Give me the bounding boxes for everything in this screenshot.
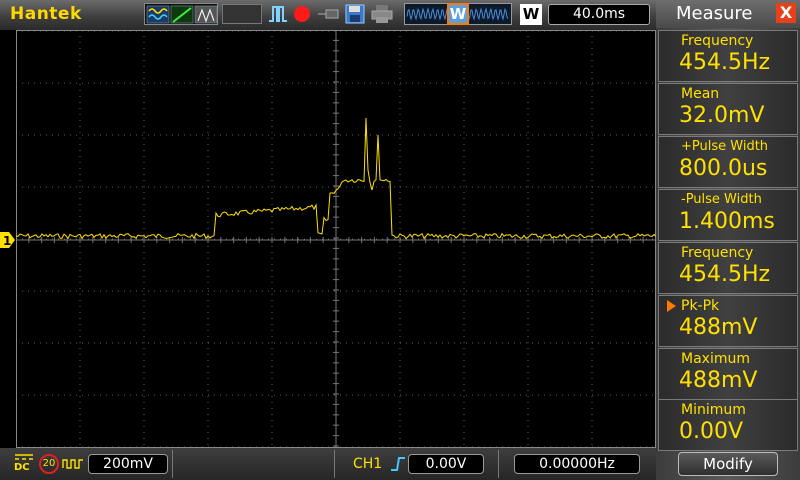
save-icon[interactable] xyxy=(345,4,365,24)
measure-panel-header: Measure X xyxy=(656,0,800,28)
top-status-bar: Hantek W W 40.0ms xyxy=(0,0,656,30)
volts-per-div-readout[interactable]: 200mV xyxy=(88,454,168,474)
measure-value: 32.0mV xyxy=(679,103,765,128)
coupling-icon xyxy=(15,454,33,460)
coupling-label[interactable]: DC xyxy=(14,462,30,473)
measure-label: Maximum xyxy=(681,351,750,367)
channel1-marker-label: 1 xyxy=(3,234,11,248)
display-toggle[interactable] xyxy=(222,4,262,24)
measure-item-neg-pulse-width[interactable]: -Pulse Width 1.400ms xyxy=(658,189,798,241)
measure-value: 488mV xyxy=(679,315,758,340)
measure-label: -Pulse Width xyxy=(681,192,762,207)
record-dot-icon[interactable] xyxy=(292,4,312,24)
measure-value: 454.5Hz xyxy=(679,50,771,75)
measure-value: 454.5Hz xyxy=(679,262,771,287)
measure-item-mean[interactable]: Mean 32.0mV xyxy=(658,83,798,135)
measure-panel: Measure X Frequency 454.5Hz Mean 32.0mV … xyxy=(656,0,800,480)
envelope-icon[interactable] xyxy=(194,5,218,24)
bandwidth-limit-badge[interactable]: 20 xyxy=(39,454,59,474)
measure-label: Minimum xyxy=(681,402,746,418)
waveform-mode-icon[interactable] xyxy=(146,5,170,24)
modify-button[interactable]: Modify xyxy=(678,452,778,476)
selection-arrow-icon xyxy=(667,300,676,312)
brand-logo: Hantek xyxy=(10,4,82,24)
measure-item-pos-pulse-width[interactable]: +Pulse Width 800.0us xyxy=(658,136,798,188)
waveform-grid xyxy=(16,30,656,448)
trigger-frequency-readout: 0.00000Hz xyxy=(514,454,640,474)
measure-item-frequency-1[interactable]: Frequency 454.5Hz xyxy=(658,30,798,82)
measure-value: 0.00V xyxy=(679,419,744,444)
measure-value: 800.0us xyxy=(679,156,768,181)
measure-label: Mean xyxy=(681,86,720,102)
rising-edge-icon[interactable] xyxy=(390,456,406,472)
measure-item-pk-pk[interactable]: Pk-Pk 488mV xyxy=(658,295,798,347)
measure-label: Pk-Pk xyxy=(681,298,720,314)
measure-label: Frequency xyxy=(681,245,754,261)
window-mode-button[interactable]: W xyxy=(520,4,542,25)
waveform-display[interactable] xyxy=(16,30,656,448)
trigger-pulse-icon[interactable] xyxy=(268,4,288,24)
timebase-readout[interactable]: 40.0ms xyxy=(548,4,650,25)
trigger-level-readout[interactable]: 0.00V xyxy=(408,454,484,474)
measure-value: 1.400ms xyxy=(679,209,775,234)
print-icon[interactable] xyxy=(371,4,393,24)
measure-title: Measure xyxy=(676,3,753,24)
bandwidth-wave-icon xyxy=(62,459,83,469)
measure-label: +Pulse Width xyxy=(681,139,769,154)
close-icon[interactable]: X xyxy=(776,3,796,23)
measure-value: 488mV xyxy=(679,368,758,393)
bottom-status-bar: DC 20 200mV CH1 0.00V 0.00000Hz xyxy=(0,448,656,480)
trigger-source-label[interactable]: CH1 xyxy=(353,456,382,472)
measure-label: Frequency xyxy=(681,33,754,49)
measure-item-maximum[interactable]: Maximum 488mV xyxy=(658,348,798,400)
ramp-icon[interactable] xyxy=(170,5,194,24)
measure-item-frequency-2[interactable]: Frequency 454.5Hz xyxy=(658,242,798,294)
probe-icon xyxy=(318,9,339,19)
measure-item-minimum[interactable]: Minimum 0.00V xyxy=(658,399,798,451)
channel1-marker[interactable]: 1 xyxy=(0,231,16,249)
acquire-mode-group[interactable] xyxy=(144,3,218,25)
zoom-window-marker[interactable]: W xyxy=(447,3,469,25)
